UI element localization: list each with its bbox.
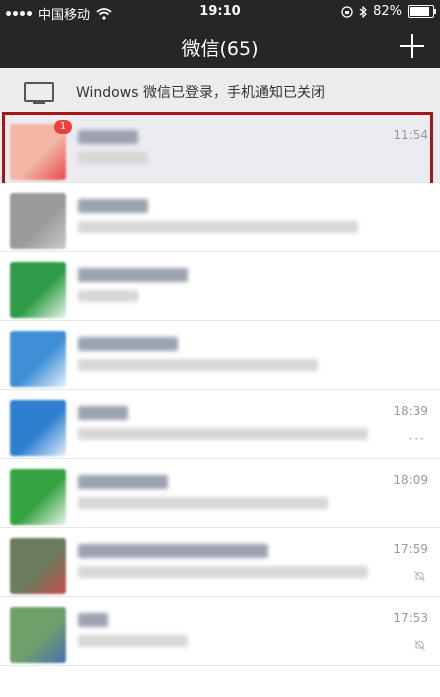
avatar [10, 469, 66, 525]
windows-login-notice[interactable]: Windows 微信已登录，手机通知已关闭 [0, 68, 440, 114]
page-title: 微信(65) [181, 38, 259, 60]
chat-preview-redacted [78, 428, 368, 440]
chat-item[interactable] [0, 321, 440, 390]
chat-preview-redacted [78, 221, 358, 233]
avatar [10, 400, 66, 456]
chat-name-redacted [78, 199, 148, 213]
status-bar: 中国移动 19:10 82% [0, 0, 440, 24]
chat-name-redacted [78, 544, 268, 558]
chat-name-redacted [78, 337, 178, 351]
chat-name-redacted [78, 406, 128, 420]
unread-badge: 1 [54, 120, 72, 134]
monitor-icon [24, 82, 54, 104]
chat-time: 11:54 [393, 128, 428, 142]
add-button[interactable] [398, 32, 426, 60]
chat-item[interactable] [0, 252, 440, 321]
chat-preview-redacted [78, 152, 148, 164]
chat-item[interactable] [0, 183, 440, 252]
avatar [10, 607, 66, 663]
notice-text: Windows 微信已登录，手机通知已关闭 [76, 85, 325, 101]
chat-preview-redacted [78, 635, 188, 647]
avatar [10, 538, 66, 594]
chat-name-redacted [78, 130, 138, 144]
battery-percent: 82% [373, 4, 402, 19]
chat-preview-redacted [78, 497, 328, 509]
chat-item[interactable]: 18:09 [0, 459, 440, 528]
avatar [10, 262, 66, 318]
ellipsis-icon: ··· [408, 432, 426, 446]
nav-bar: 微信(65) [0, 24, 440, 68]
chat-preview-redacted [78, 566, 368, 578]
avatar [10, 193, 66, 249]
chat-time: 17:59 [393, 542, 428, 556]
orientation-lock-icon [341, 5, 353, 18]
chat-item[interactable]: 17:53 [0, 597, 440, 666]
avatar [10, 331, 66, 387]
chat-name-redacted [78, 475, 168, 489]
chat-name-redacted [78, 268, 188, 282]
chat-item[interactable]: 1 11:54 [0, 112, 440, 187]
chat-preview-redacted [78, 290, 138, 302]
chat-preview-redacted [78, 359, 318, 371]
chat-time: 18:09 [393, 473, 428, 487]
mute-bell-icon [414, 640, 425, 651]
bluetooth-icon [359, 5, 367, 18]
chat-time: 18:39 [393, 404, 428, 418]
chat-item[interactable]: 18:39 ··· [0, 390, 440, 459]
chat-list: 1 11:54 18:39 ··· 18:09 17:59 17:53 [0, 112, 440, 666]
chat-item[interactable]: 17:59 [0, 528, 440, 597]
chat-time: 17:53 [393, 611, 428, 625]
chat-name-redacted [78, 613, 108, 627]
mute-bell-icon [414, 571, 425, 582]
battery-icon [408, 5, 436, 18]
